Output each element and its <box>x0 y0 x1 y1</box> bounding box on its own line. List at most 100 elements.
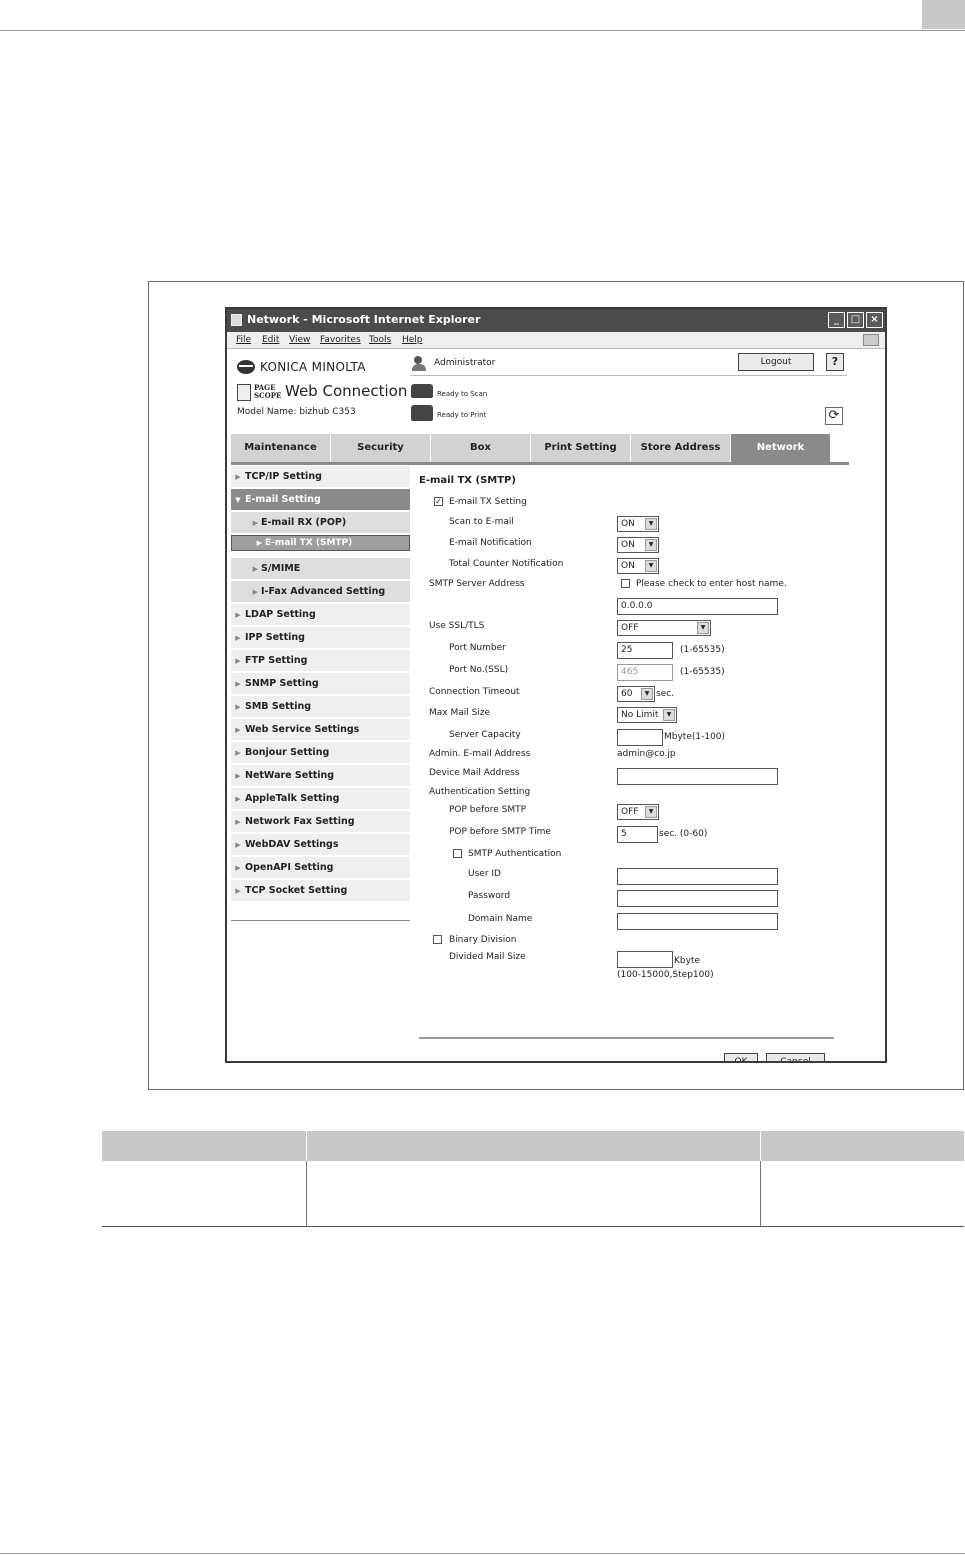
port-no-ssl-range: (1-65535) <box>680 667 725 677</box>
sidebar-item-label: Bonjour Setting <box>245 747 330 758</box>
binary-division-checkbox[interactable] <box>433 935 442 944</box>
sidebar-item-netware[interactable]: ▶ NetWare Setting <box>231 765 410 787</box>
domain-name-label: Domain Name <box>468 914 533 924</box>
port-no-ssl-input[interactable]: 465 <box>617 664 673 681</box>
port-number-label: Port Number <box>449 643 506 653</box>
header-divider <box>410 375 847 376</box>
menu-tools[interactable]: Tools <box>369 335 391 345</box>
chevron-down-icon: ▼ <box>697 622 709 634</box>
max-mail-size-select[interactable]: No Limit ▼ <box>617 707 677 723</box>
host-name-checkbox[interactable] <box>621 579 630 588</box>
scan-status: Ready to Scan <box>437 390 488 398</box>
server-capacity-label: Server Capacity <box>449 730 521 740</box>
sidebar-item-label: S/MIME <box>261 563 301 574</box>
tab-print-setting[interactable]: Print Setting <box>531 434 631 462</box>
sidebar-item-ftp[interactable]: ▶ FTP Setting <box>231 650 410 672</box>
sidebar-item-email-rx-pop[interactable]: ▶ E-mail RX (POP) <box>231 512 410 534</box>
max-mail-size-value: No Limit <box>621 710 659 720</box>
total-counter-notification-select[interactable]: ON ▼ <box>617 558 659 574</box>
sidebar-item-label: I-Fax Advanced Setting <box>261 586 386 597</box>
ok-button[interactable]: OK <box>724 1053 758 1061</box>
device-mail-address-input[interactable] <box>617 768 778 785</box>
user-id-label: User ID <box>468 869 501 879</box>
pagescope-line-2: SCOPE <box>254 391 282 400</box>
maximize-button[interactable]: □ <box>847 312 864 328</box>
administrator-icon <box>412 356 430 372</box>
pop-before-smtp-time-label: POP before SMTP Time <box>449 827 551 837</box>
cancel-button[interactable]: Cancel <box>766 1053 825 1061</box>
port-number-input[interactable]: 25 <box>617 642 673 659</box>
tab-store-address[interactable]: Store Address <box>631 434 731 462</box>
print-status: Ready to Print <box>437 411 487 419</box>
connection-timeout-unit: sec. <box>656 689 675 699</box>
footer-rule <box>0 1553 965 1554</box>
smtp-authentication-checkbox[interactable] <box>453 849 462 858</box>
tab-security[interactable]: Security <box>331 434 431 462</box>
pop-before-smtp-select[interactable]: OFF ▼ <box>617 804 659 820</box>
sidebar-item-tcp-socket[interactable]: ▶ TCP Socket Setting <box>231 880 410 902</box>
menu-help[interactable]: Help <box>402 335 423 345</box>
pop-before-smtp-time-input[interactable]: 5 <box>617 826 658 843</box>
menu-view[interactable]: View <box>289 335 310 345</box>
chevron-right-icon: ▶ <box>235 703 241 711</box>
chevron-right-icon: ▶ <box>252 565 258 573</box>
sidebar-item-email-tx-smtp[interactable]: ▶ E-mail TX (SMTP) <box>231 535 410 551</box>
email-tx-setting-checkbox[interactable]: ✓ <box>434 497 443 506</box>
password-input[interactable] <box>617 890 778 907</box>
sidebar-item-ipp[interactable]: ▶ IPP Setting <box>231 627 410 649</box>
ie-icon <box>231 314 242 326</box>
sidebar-item-openapi[interactable]: ▶ OpenAPI Setting <box>231 857 410 879</box>
sidebar-item-bonjour[interactable]: ▶ Bonjour Setting <box>231 742 410 764</box>
column-divider <box>306 1131 307 1161</box>
chevron-right-icon: ▶ <box>252 519 258 527</box>
refresh-icon[interactable]: ⟳ <box>825 407 843 425</box>
tab-box[interactable]: Box <box>431 434 531 462</box>
sidebar-item-label: AppleTalk Setting <box>245 793 340 804</box>
sidebar-item-smime[interactable]: ▶ S/MIME <box>231 558 410 580</box>
user-id-input[interactable] <box>617 868 778 885</box>
title-bar: Network - Microsoft Internet Explorer _ … <box>227 309 885 332</box>
sidebar-item-label: OpenAPI Setting <box>245 862 334 873</box>
scan-to-email-select[interactable]: ON ▼ <box>617 516 659 532</box>
minimize-button[interactable]: _ <box>828 312 845 328</box>
divided-mail-size-input[interactable] <box>617 951 673 968</box>
tab-network[interactable]: Network <box>731 434 831 462</box>
menu-edit[interactable]: Edit <box>262 335 279 345</box>
sidebar-item-smb[interactable]: ▶ SMB Setting <box>231 696 410 718</box>
email-notification-label: E-mail Notification <box>449 538 532 548</box>
domain-name-input[interactable] <box>617 913 778 930</box>
chevron-right-icon: ▶ <box>235 864 241 872</box>
connection-timeout-select[interactable]: 60 ▼ <box>617 686 655 702</box>
sidebar-item-webdav[interactable]: ▶ WebDAV Settings <box>231 834 410 856</box>
pop-before-smtp-label: POP before SMTP <box>449 805 527 815</box>
sidebar-item-web-service[interactable]: ▶ Web Service Settings <box>231 719 410 741</box>
sidebar-item-network-fax[interactable]: ▶ Network Fax Setting <box>231 811 410 833</box>
sidebar-item-label: E-mail Setting <box>245 494 321 505</box>
tab-maintenance[interactable]: Maintenance <box>231 434 331 462</box>
smtp-server-address-input[interactable]: 0.0.0.0 <box>617 598 778 615</box>
use-ssl-tls-select[interactable]: OFF ▼ <box>617 620 711 636</box>
tab-underline <box>231 462 849 465</box>
server-capacity-input[interactable] <box>617 729 663 746</box>
sidebar-item-ifax-advanced[interactable]: ▶ I-Fax Advanced Setting <box>231 581 410 603</box>
sidebar-item-ldap[interactable]: ▶ LDAP Setting <box>231 604 410 626</box>
sidebar-item-label: SNMP Setting <box>245 678 319 689</box>
close-button[interactable]: × <box>866 312 883 328</box>
scanner-icon <box>411 384 433 398</box>
server-capacity-unit: Mbyte(1-100) <box>664 732 726 742</box>
logout-button[interactable]: Logout <box>738 353 814 371</box>
chevron-down-icon: ▼ <box>645 560 657 572</box>
sidebar-item-snmp[interactable]: ▶ SNMP Setting <box>231 673 410 695</box>
sidebar-item-tcp-ip[interactable]: ▶ TCP/IP Setting <box>231 466 410 488</box>
chevron-right-icon: ▶ <box>235 795 241 803</box>
menu-favorites[interactable]: Favorites <box>320 335 361 345</box>
email-notification-value: ON <box>621 540 635 550</box>
menu-file[interactable]: File <box>236 335 251 345</box>
main-tabs: Maintenance Security Box Print Setting S… <box>231 434 849 465</box>
sidebar-item-appletalk[interactable]: ▶ AppleTalk Setting <box>231 788 410 810</box>
email-notification-select[interactable]: ON ▼ <box>617 537 659 553</box>
help-button[interactable]: ? <box>826 353 844 371</box>
chevron-right-icon: ▶ <box>235 634 241 642</box>
sidebar-item-email-setting[interactable]: ▼ E-mail Setting <box>231 489 410 511</box>
smtp-server-address-label: SMTP Server Address <box>429 579 525 589</box>
